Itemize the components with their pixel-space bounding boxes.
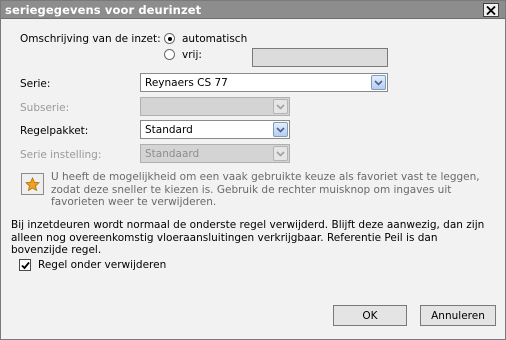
dialog-title: seriegegevens voor deurinzet [5,3,202,17]
subserie-label: Subserie: [20,102,70,114]
chevron-down-icon [276,103,285,110]
regelpakket-select[interactable]: Standard [140,120,290,139]
regelpakket-label: Regelpakket: [20,125,89,137]
subserie-select[interactable] [140,97,290,116]
dialog-window: seriegegevens voor deurinzet Omschrijvin… [0,0,506,340]
close-button[interactable] [483,3,499,17]
star-icon [25,176,40,191]
remove-rule-checkbox[interactable] [19,259,31,271]
serie-dropdown-button[interactable] [371,75,386,90]
serie-label: Serie: [20,78,51,90]
regelpakket-dropdown-button[interactable] [273,122,288,137]
remove-rule-label[interactable]: Regel onder verwijderen [38,259,166,271]
cancel-button[interactable]: Annuleren [420,305,496,326]
serie-instelling-dropdown-button[interactable] [273,146,288,161]
info-text: Bij inzetdeuren wordt normaal de onderst… [11,219,485,256]
free-description-input[interactable] [252,48,388,67]
serie-instelling-label: Serie instelling: [20,149,102,161]
chevron-down-icon [276,150,285,157]
subserie-dropdown-button[interactable] [273,99,288,114]
chevron-down-icon [374,79,383,86]
radio-free[interactable] [164,49,175,60]
serie-instelling-value: Standaard [145,148,200,160]
favorite-button[interactable] [21,173,44,195]
regelpakket-value: Standard [145,124,193,136]
radio-automatic[interactable] [164,33,175,44]
favorites-hint: U heeft de mogelijkheid om een vaak gebr… [51,171,480,208]
title-bar[interactable]: seriegegevens voor deurinzet [1,1,505,19]
checkmark-icon [20,261,30,269]
radio-automatic-label[interactable]: automatisch [182,33,247,45]
close-icon [486,5,496,15]
serie-instelling-select[interactable]: Standaard [140,144,290,163]
serie-value: Reynaers CS 77 [145,77,228,89]
chevron-down-icon [276,126,285,133]
description-label: Omschrijving van de inzet: [20,33,161,45]
ok-button[interactable]: OK [333,305,407,326]
radio-free-label[interactable]: vrij: [182,49,202,61]
serie-select[interactable]: Reynaers CS 77 [140,73,388,92]
